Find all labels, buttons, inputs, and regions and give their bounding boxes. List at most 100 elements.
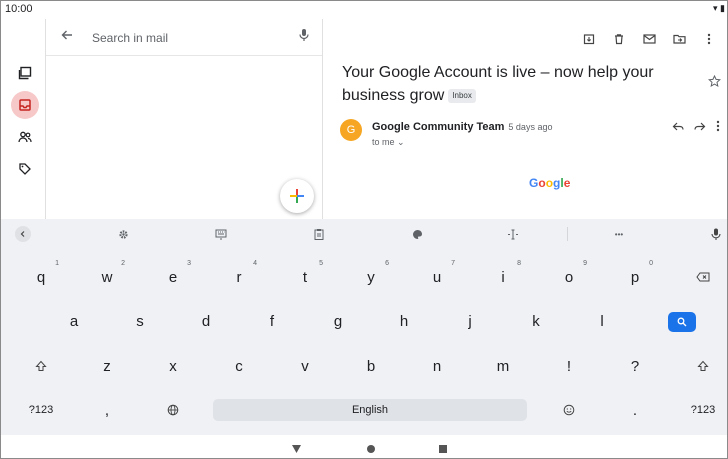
emoji-icon xyxy=(563,404,575,416)
key-c[interactable]: c xyxy=(219,349,259,383)
key-o[interactable]: o9 xyxy=(549,260,589,294)
key-question[interactable]: ? xyxy=(615,349,655,383)
nav-recents-square-icon xyxy=(439,445,447,453)
key-x[interactable]: x xyxy=(153,349,193,383)
more-options-button[interactable] xyxy=(699,29,719,49)
key-j[interactable]: j xyxy=(450,304,490,338)
search-action-key[interactable] xyxy=(668,312,696,332)
move-to-button[interactable] xyxy=(669,29,689,49)
theme-button[interactable] xyxy=(409,226,425,242)
reply-button[interactable] xyxy=(672,119,684,137)
back-arrow-button[interactable] xyxy=(60,28,74,47)
keyboard-settings-button[interactable] xyxy=(115,226,131,242)
nav-home-button[interactable] xyxy=(366,441,376,458)
nav-back-button[interactable] xyxy=(291,441,302,458)
voice-search-button[interactable] xyxy=(298,28,310,47)
rail-contacts-button[interactable] xyxy=(11,123,39,151)
language-key[interactable] xyxy=(153,393,193,427)
key-g[interactable]: g xyxy=(318,304,358,338)
toolbar-collapse-button[interactable] xyxy=(15,226,31,242)
sent-time: 5 days ago xyxy=(508,122,553,132)
space-key[interactable]: English xyxy=(213,399,527,421)
key-k[interactable]: k xyxy=(516,304,556,338)
inbox-label-badge[interactable]: Inbox xyxy=(448,88,476,103)
archive-button[interactable] xyxy=(579,29,599,49)
key-hint: 5 xyxy=(319,260,323,267)
emoji-key[interactable] xyxy=(549,393,589,427)
logo-letter: o xyxy=(538,176,546,190)
nav-back-triangle-icon xyxy=(292,445,301,453)
mic-icon xyxy=(299,29,309,41)
key-label: y xyxy=(367,268,375,286)
key-y[interactable]: y6 xyxy=(351,260,391,294)
key-exclamation[interactable]: ! xyxy=(549,349,589,383)
key-h[interactable]: h xyxy=(384,304,424,338)
key-u[interactable]: u7 xyxy=(417,260,457,294)
backspace-key[interactable] xyxy=(683,260,723,294)
key-n[interactable]: n xyxy=(417,349,457,383)
labels-icon xyxy=(19,163,31,175)
recipient-details-toggle[interactable]: to me ⌄ xyxy=(372,137,405,148)
key-hint: 1 xyxy=(55,260,59,267)
compose-button[interactable] xyxy=(280,179,314,213)
delete-button[interactable] xyxy=(609,29,629,49)
key-r[interactable]: r4 xyxy=(219,260,259,294)
keyboard-layout-button[interactable] xyxy=(213,226,229,242)
navigation-rail xyxy=(1,19,45,219)
key-period[interactable]: . xyxy=(615,393,655,427)
message-actions xyxy=(672,119,720,137)
key-t[interactable]: t5 xyxy=(285,260,325,294)
key-hint: 6 xyxy=(385,260,389,267)
key-p[interactable]: p0 xyxy=(615,260,655,294)
key-e[interactable]: e3 xyxy=(153,260,193,294)
key-a[interactable]: a xyxy=(54,304,94,338)
search-input[interactable] xyxy=(90,27,284,49)
key-d[interactable]: d xyxy=(186,304,226,338)
key-label: r xyxy=(236,268,242,286)
key-z[interactable]: z xyxy=(87,349,127,383)
key-v[interactable]: v xyxy=(285,349,325,383)
nav-recents-button[interactable] xyxy=(438,441,448,458)
keyboard-toolbar: ••• xyxy=(1,219,727,249)
key-comma[interactable]: , xyxy=(87,393,127,427)
key-s[interactable]: s xyxy=(120,304,160,338)
clipboard-button[interactable] xyxy=(311,226,327,242)
key-label: o xyxy=(564,268,574,286)
key-label: t xyxy=(302,268,308,286)
key-w[interactable]: w2 xyxy=(87,260,127,294)
rail-labels-button[interactable] xyxy=(11,155,39,183)
rail-inbox-button[interactable] xyxy=(11,91,39,119)
mail-list-pane xyxy=(45,19,323,219)
key-f[interactable]: f xyxy=(252,304,292,338)
shift-key-right[interactable] xyxy=(683,349,723,383)
palette-icon xyxy=(412,229,422,239)
status-system-icons: ▾ ▮ xyxy=(713,3,725,13)
star-button[interactable] xyxy=(708,74,721,93)
all-inboxes-icon xyxy=(18,66,32,80)
key-m[interactable]: m xyxy=(483,349,523,383)
key-b[interactable]: b xyxy=(351,349,391,383)
symbols-key-left[interactable]: ?123 xyxy=(21,393,61,427)
text-editing-button[interactable] xyxy=(505,226,521,242)
search-icon xyxy=(677,317,687,327)
sender-avatar: G xyxy=(340,119,362,141)
message-more-button[interactable] xyxy=(716,119,720,137)
key-l[interactable]: l xyxy=(582,304,622,338)
backspace-icon xyxy=(696,272,710,282)
key-q[interactable]: q1 xyxy=(21,260,61,294)
forward-button[interactable] xyxy=(694,119,706,137)
recipient-text: to me xyxy=(372,137,395,147)
keyboard-mic-button[interactable] xyxy=(709,226,723,242)
shift-key-left[interactable] xyxy=(21,349,61,383)
key-label: w xyxy=(101,268,113,286)
search-bar xyxy=(46,19,322,56)
key-hint: 4 xyxy=(253,260,257,267)
compose-plus-icon xyxy=(290,189,304,203)
symbols-key-right[interactable]: ?123 xyxy=(683,393,723,427)
more-tools-button[interactable]: ••• xyxy=(607,226,631,242)
key-i[interactable]: i8 xyxy=(483,260,523,294)
key-label: i xyxy=(501,268,505,286)
key-label: u xyxy=(432,268,442,286)
mark-unread-button[interactable] xyxy=(639,29,659,49)
rail-all-inboxes-button[interactable] xyxy=(11,59,39,87)
